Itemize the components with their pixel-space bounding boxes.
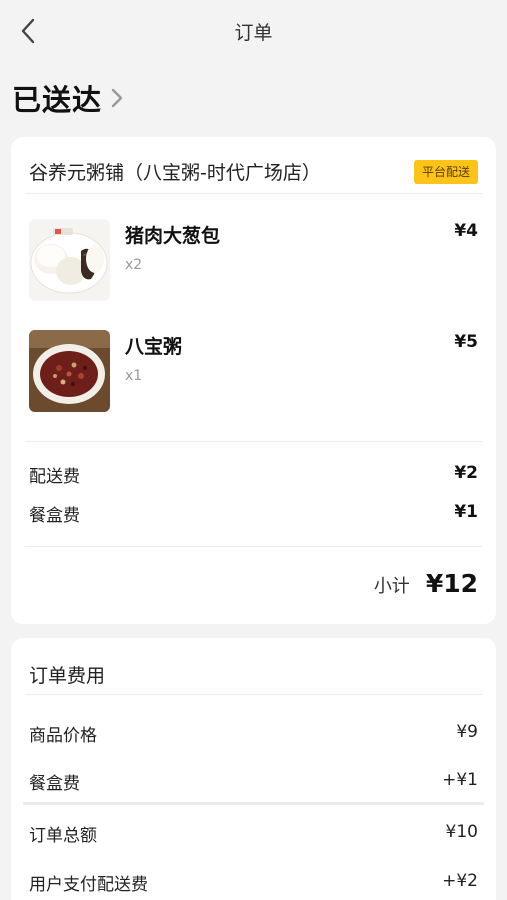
cost-value: ¥9	[456, 722, 478, 742]
page-title: 订单	[234, 22, 273, 44]
cost-value: +¥2	[442, 871, 478, 891]
list-item[interactable]: 八宝粥 x1 ¥5	[29, 330, 478, 412]
fee-row-delivery: 配送费 ¥2	[29, 462, 478, 488]
cost-value: ¥10	[445, 822, 478, 842]
cost-row: 用户支付配送费 +¥2	[29, 870, 478, 896]
section-title: 订单费用	[29, 665, 106, 687]
cost-row: 餐盒费 +¥1	[29, 769, 478, 795]
cost-label: 订单总额	[29, 826, 97, 846]
order-costs-card: 订单费用 商品价格 ¥9 餐盒费 +¥1 订单总额 ¥10 用户支付配送费 +¥…	[11, 638, 496, 900]
order-items-card: 谷养元粥铺（八宝粥-时代广场店） 平台配送 猪肉大葱包 x2 ¥4 八宝粥 x1…	[11, 137, 496, 624]
congee-image	[29, 330, 110, 412]
store-row[interactable]: 谷养元粥铺（八宝粥-时代广场店） 平台配送	[29, 159, 478, 189]
chevron-right-icon	[111, 88, 123, 108]
cost-label: 用户支付配送费	[29, 875, 148, 895]
cost-row: 商品价格 ¥9	[29, 721, 478, 747]
store-name: 谷养元粥铺（八宝粥-时代广场店）	[29, 162, 321, 184]
item-quantity: x1	[125, 368, 143, 384]
fee-row-packaging: 餐盒费 ¥1	[29, 501, 478, 527]
item-quantity: x2	[125, 257, 143, 273]
steamed-buns-image	[29, 219, 110, 301]
cost-value: +¥1	[442, 770, 478, 790]
list-item[interactable]: 猪肉大葱包 x2 ¥4	[29, 219, 478, 301]
subtotal-label: 小计	[373, 576, 410, 597]
divider	[25, 441, 482, 442]
fee-label: 配送费	[29, 467, 80, 487]
divider	[25, 546, 482, 547]
subtotal-value: ¥12	[425, 569, 478, 598]
cost-row: 订单总额 ¥10	[29, 821, 478, 847]
fee-value: ¥1	[454, 502, 478, 522]
subtotal: 小计 ¥12	[374, 569, 478, 598]
fee-label: 餐盒费	[29, 506, 80, 526]
cost-label: 商品价格	[29, 726, 97, 746]
order-status[interactable]: 已送达	[12, 78, 124, 118]
item-price: ¥4	[454, 221, 478, 241]
item-price: ¥5	[454, 332, 478, 352]
cost-label: 餐盒费	[29, 774, 80, 794]
item-name: 猪肉大葱包	[125, 225, 221, 247]
order-status-label: 已送达	[12, 83, 103, 117]
divider	[23, 802, 484, 805]
divider	[25, 193, 482, 194]
nav-bar: 订单	[0, 0, 507, 62]
divider	[25, 694, 482, 695]
item-name: 八宝粥	[125, 336, 183, 358]
fee-value: ¥2	[454, 463, 478, 483]
delivery-badge: 平台配送	[413, 160, 478, 184]
